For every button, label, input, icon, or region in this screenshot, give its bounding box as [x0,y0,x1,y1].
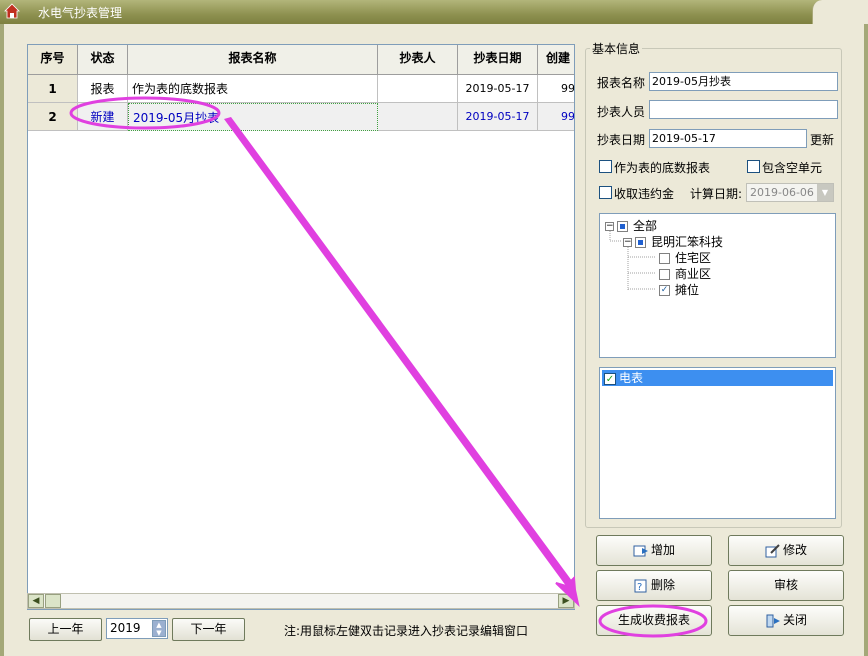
review-button[interactable]: 审核 [728,570,844,601]
row-reader [378,103,458,131]
add-button-label: 增加 [650,543,675,557]
row-created: 99 [538,103,574,131]
scroll-left-icon[interactable]: ◀ [28,594,44,608]
row-number: 1 [28,75,78,103]
scroll-right-icon[interactable]: ▶ [558,594,574,608]
delete-button-label: 删除 [650,578,675,592]
penalty-checkbox[interactable] [599,186,612,199]
calc-date-value: 2019-06-06 [750,186,814,199]
report-name-field[interactable]: 2019-05月抄表 [649,72,838,91]
col-header-date[interactable]: 抄表日期 [458,45,538,75]
tree-checkbox[interactable] [635,237,646,248]
delete-button[interactable]: ? 删除 [596,570,712,601]
grid-horizontal-scrollbar[interactable]: ◀ ▶ [27,593,575,609]
row-report-name: 2019-05月抄表 [128,103,378,131]
list-item[interactable]: ✓ 电表 [602,370,833,386]
collapse-icon[interactable]: − [605,222,614,231]
edit-button-label: 修改 [782,543,807,557]
report-grid[interactable]: 序号 状态 报表名称 抄表人 抄表日期 创建 1 报表 作为表的底数报表 201… [27,44,575,610]
reader-label: 抄表人员 [597,105,646,119]
col-header-reader[interactable]: 抄表人 [378,45,458,75]
exit-door-icon [766,614,780,627]
prev-year-button[interactable]: 上一年 [29,618,102,641]
base-report-checkbox[interactable] [599,160,612,173]
row-created: 99 [538,75,574,103]
penalty-label: 收取违约金 [614,187,675,201]
meter-label: 电表 [619,371,644,385]
col-header-created[interactable]: 创建 [538,45,574,75]
tree-node-company[interactable]: − 昆明汇笨科技 [623,233,723,250]
row-date: 2019-05-17 [458,103,538,131]
delete-icon: ? [634,579,647,593]
collapse-icon[interactable]: − [623,238,632,247]
reader-field[interactable] [649,100,838,119]
chevron-down-icon[interactable]: ▼ [817,184,833,201]
date-label: 抄表日期 [597,133,646,147]
meter-list[interactable]: ✓ 电表 [599,367,836,519]
tree-checkbox[interactable] [659,253,670,264]
title-tab-corner [812,0,868,24]
report-name-label: 报表名称 [597,76,646,90]
tree-node-commercial[interactable]: 商业区 [659,265,711,282]
tree-node-residential[interactable]: 住宅区 [659,249,711,266]
include-empty-checkbox[interactable] [747,160,760,173]
check-icon[interactable]: ✓ [604,372,616,385]
row-report-name: 作为表的底数报表 [128,75,378,103]
col-header-no[interactable]: 序号 [28,45,78,75]
calc-date-label: 计算日期: [690,187,743,201]
house-icon [4,3,20,19]
include-empty-label: 包含空单元 [762,161,823,175]
next-year-button[interactable]: 下一年 [172,618,245,641]
edit-icon [765,543,780,557]
tree-checkbox[interactable] [617,221,628,232]
calc-date-picker[interactable]: 2019-06-06 ▼ [746,183,834,202]
tree-label: 摊位 [675,283,700,297]
close-button[interactable]: 关闭 [728,605,844,636]
row-number: 2 [28,103,78,131]
table-row[interactable]: 2 新建 2019-05月抄表 2019-05-17 99 [28,103,574,131]
svg-text:?: ? [637,582,642,593]
close-button-label: 关闭 [782,613,807,627]
check-icon[interactable]: ✓ [659,285,670,296]
tree-label: 昆明汇笨科技 [651,235,724,249]
col-header-status[interactable]: 状态 [78,45,128,75]
row-reader [378,75,458,103]
generate-report-button[interactable]: 生成收费报表 [596,605,712,636]
row-status: 报表 [78,75,128,103]
col-header-name[interactable]: 报表名称 [128,45,378,75]
scroll-thumb[interactable] [45,594,61,608]
grid-header: 序号 状态 报表名称 抄表人 抄表日期 创建 [28,45,574,75]
add-record-icon [633,545,648,556]
title-bar: 水电气抄表管理 [0,0,868,24]
tree-label: 全部 [633,219,658,233]
tree-node-stall[interactable]: ✓ 摊位 [659,281,699,298]
tree-label: 商业区 [675,267,712,281]
window-title: 水电气抄表管理 [38,6,123,20]
tree-label: 住宅区 [675,251,712,265]
year-spinner-icon[interactable]: ▲ ▼ [152,620,166,637]
row-date: 2019-05-17 [458,75,538,103]
hint-note: 注:用鼠标左健双击记录进入抄表记录编辑窗口 [284,624,529,638]
table-row[interactable]: 1 报表 作为表的底数报表 2019-05-17 99 [28,75,574,103]
update-link[interactable]: 更新 [810,131,834,148]
tree-checkbox[interactable] [659,269,670,280]
edit-button[interactable]: 修改 [728,535,844,566]
base-report-label: 作为表的底数报表 [614,161,711,175]
date-field[interactable]: 2019-05-17 [649,129,807,148]
tree-node-root[interactable]: − 全部 [605,217,657,234]
row-status: 新建 [78,103,128,131]
add-button[interactable]: 增加 [596,535,712,566]
area-tree[interactable]: − 全部 − 昆明汇笨科技 住宅区 商业区 ✓ 摊位 [599,213,836,358]
basic-info-title: 基本信息 [590,40,643,57]
